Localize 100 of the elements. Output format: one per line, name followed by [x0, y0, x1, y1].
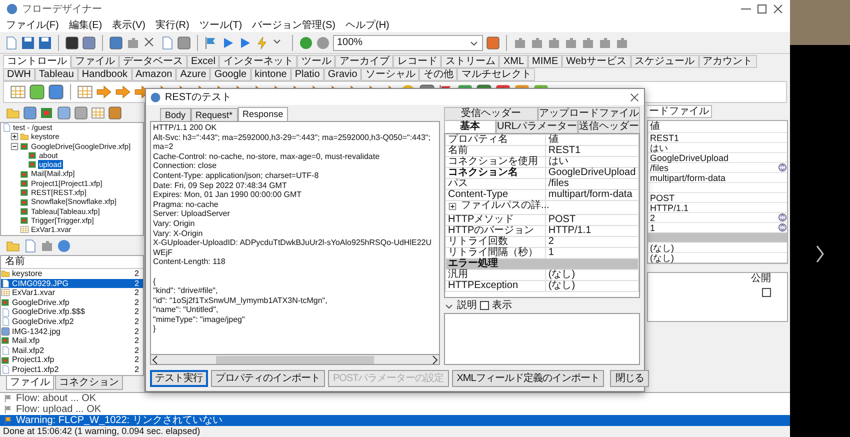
save-icon[interactable]: [21, 36, 35, 50]
file-row[interactable]: GoogleDrive.xfp2 2: [1, 316, 143, 327]
tile-icon[interactable]: [48, 84, 64, 100]
property-value[interactable]: はい: [546, 156, 638, 168]
panel-tab[interactable]: コネクション: [55, 376, 123, 390]
checkbox[interactable]: [480, 301, 489, 310]
palette-tab[interactable]: Tableau: [34, 68, 78, 81]
palette-tab[interactable]: マルチセレクト: [457, 68, 536, 81]
menu-item[interactable]: 表示(V): [112, 20, 146, 30]
property-value[interactable]: 1: [546, 247, 638, 258]
palette-tab[interactable]: Google: [210, 68, 251, 81]
save-as-icon[interactable]: [38, 36, 52, 50]
file-row[interactable]: keystore 2: [1, 269, 143, 279]
palette-tab[interactable]: その他: [419, 68, 458, 81]
log-entry[interactable]: Flow: about ... OK: [0, 393, 790, 404]
property-value[interactable]: HTTP/1.1: [546, 225, 638, 236]
log-entry[interactable]: Warning: FLCP_W_1022: リンクされていない: [0, 415, 790, 426]
palette-tab[interactable]: レコード: [393, 55, 442, 68]
tile-icon[interactable]: [29, 84, 45, 100]
palette-tab[interactable]: DWH: [3, 68, 35, 81]
file-row[interactable]: GoogleDrive.xfp.$$$ 2: [1, 307, 143, 317]
stop-icon[interactable]: [316, 36, 330, 50]
collapse-icon[interactable]: [10, 142, 19, 151]
palette-tab[interactable]: Amazon: [132, 68, 176, 81]
back-icon[interactable]: [299, 36, 313, 50]
scrollbar[interactable]: [150, 355, 440, 365]
palette-tab[interactable]: Excel: [187, 55, 220, 68]
property-value[interactable]: /files: [546, 178, 638, 190]
tab[interactable]: Response: [238, 107, 288, 121]
lightning-icon[interactable]: [255, 36, 269, 50]
property-value[interactable]: REST1: [546, 146, 638, 156]
palette-tab[interactable]: kintone: [250, 68, 291, 81]
close-button[interactable]: 閉じる: [610, 370, 649, 386]
file-row[interactable]: Mail.xfp 2: [1, 336, 143, 346]
expand-icon[interactable]: [448, 202, 457, 210]
flow-icon[interactable]: [40, 106, 54, 120]
palette-tab[interactable]: データベース: [119, 55, 187, 68]
close-icon[interactable]: [629, 92, 640, 102]
palette-tab[interactable]: ストリーム: [441, 55, 500, 68]
property-value[interactable]: 2: [546, 236, 638, 247]
chevron-right-icon[interactable]: [815, 245, 825, 263]
menu-item[interactable]: ツール(T): [199, 20, 242, 30]
expand-icon[interactable]: [10, 132, 19, 142]
file-row[interactable]: GoogleDrive.xfp 2: [1, 298, 143, 308]
palette-tab[interactable]: インターネット: [219, 55, 298, 68]
zoom-dropdown[interactable]: 100%: [333, 34, 483, 50]
spinner-icon[interactable]: [778, 223, 787, 232]
palette-tab[interactable]: ツール: [297, 55, 336, 68]
arrow-icon[interactable]: [96, 84, 112, 100]
tab[interactable]: URLパラメーター: [496, 120, 578, 133]
property-value[interactable]: GoogleDriveUpload: [546, 168, 638, 178]
maximize-icon[interactable]: [756, 3, 768, 15]
file-row[interactable]: ExVar1.xvar 2: [1, 288, 143, 298]
tab[interactable]: Body: [160, 108, 191, 121]
palette-tab[interactable]: XML: [499, 55, 528, 68]
menu-item[interactable]: ヘルプ(H): [345, 20, 390, 30]
tab[interactable]: アップロードファイル: [538, 107, 640, 120]
checkbox[interactable]: [762, 288, 771, 297]
debug-icon[interactable]: [204, 36, 218, 50]
panel-tab[interactable]: ファイル: [6, 376, 54, 390]
palette-tab[interactable]: MIME: [528, 55, 562, 68]
file-row[interactable]: Project1.xfp 2: [1, 355, 143, 365]
menu-item[interactable]: バージョン管理(S): [252, 20, 336, 30]
property-value[interactable]: POST: [546, 214, 638, 225]
property-value[interactable]: multipart/form-data: [546, 190, 638, 200]
step-play-icon[interactable]: [238, 36, 252, 50]
close-icon[interactable]: [772, 3, 784, 15]
palette-tab[interactable]: アーカイブ: [335, 55, 394, 68]
menu-item[interactable]: 実行(R): [155, 20, 190, 30]
palette-tab[interactable]: ファイル: [71, 55, 119, 68]
tab[interactable]: Request*: [190, 108, 238, 121]
file-row[interactable]: IMG-1342.jpg 2: [1, 326, 143, 336]
property-value[interactable]: (なし): [546, 269, 638, 280]
file-row[interactable]: CIMG0929.JPG 2: [1, 278, 143, 288]
play-icon[interactable]: [221, 36, 235, 50]
grid-icon[interactable]: [91, 106, 105, 120]
tab[interactable]: 送信ヘッダー: [578, 120, 640, 133]
spinner-icon[interactable]: [778, 163, 787, 172]
palette-tab[interactable]: ソーシャル: [361, 68, 420, 81]
arrow-icon[interactable]: [115, 84, 131, 100]
dialog-button[interactable]: テスト実行: [150, 370, 208, 386]
panel-tab[interactable]: ードファイル: [647, 105, 712, 118]
tab[interactable]: 基本: [444, 120, 496, 133]
tab[interactable]: 受信ヘッダー: [444, 107, 538, 120]
file-row[interactable]: Mail.xfp2 2: [1, 346, 143, 356]
palette-tab[interactable]: Webサービス: [562, 55, 631, 68]
palette-tab[interactable]: アカウント: [698, 55, 757, 68]
palette-tab[interactable]: Handbook: [78, 68, 132, 81]
grid-icon[interactable]: [77, 84, 93, 100]
description-field[interactable]: [444, 313, 640, 365]
palette-tab[interactable]: スケジュール: [630, 55, 699, 68]
log-entry[interactable]: Flow: upload ... OK: [0, 404, 790, 415]
spinner-icon[interactable]: [778, 213, 787, 222]
document-icon[interactable]: [23, 238, 37, 252]
dialog-button[interactable]: プロパティのインポート: [210, 370, 325, 386]
palette-tab[interactable]: コントロール: [3, 55, 71, 68]
menu-item[interactable]: ファイル(F): [6, 20, 59, 30]
palette-tab[interactable]: Gravio: [324, 68, 362, 81]
menu-item[interactable]: 編集(E): [68, 20, 102, 30]
file-row[interactable]: Project1.xfp2 2: [1, 364, 143, 375]
